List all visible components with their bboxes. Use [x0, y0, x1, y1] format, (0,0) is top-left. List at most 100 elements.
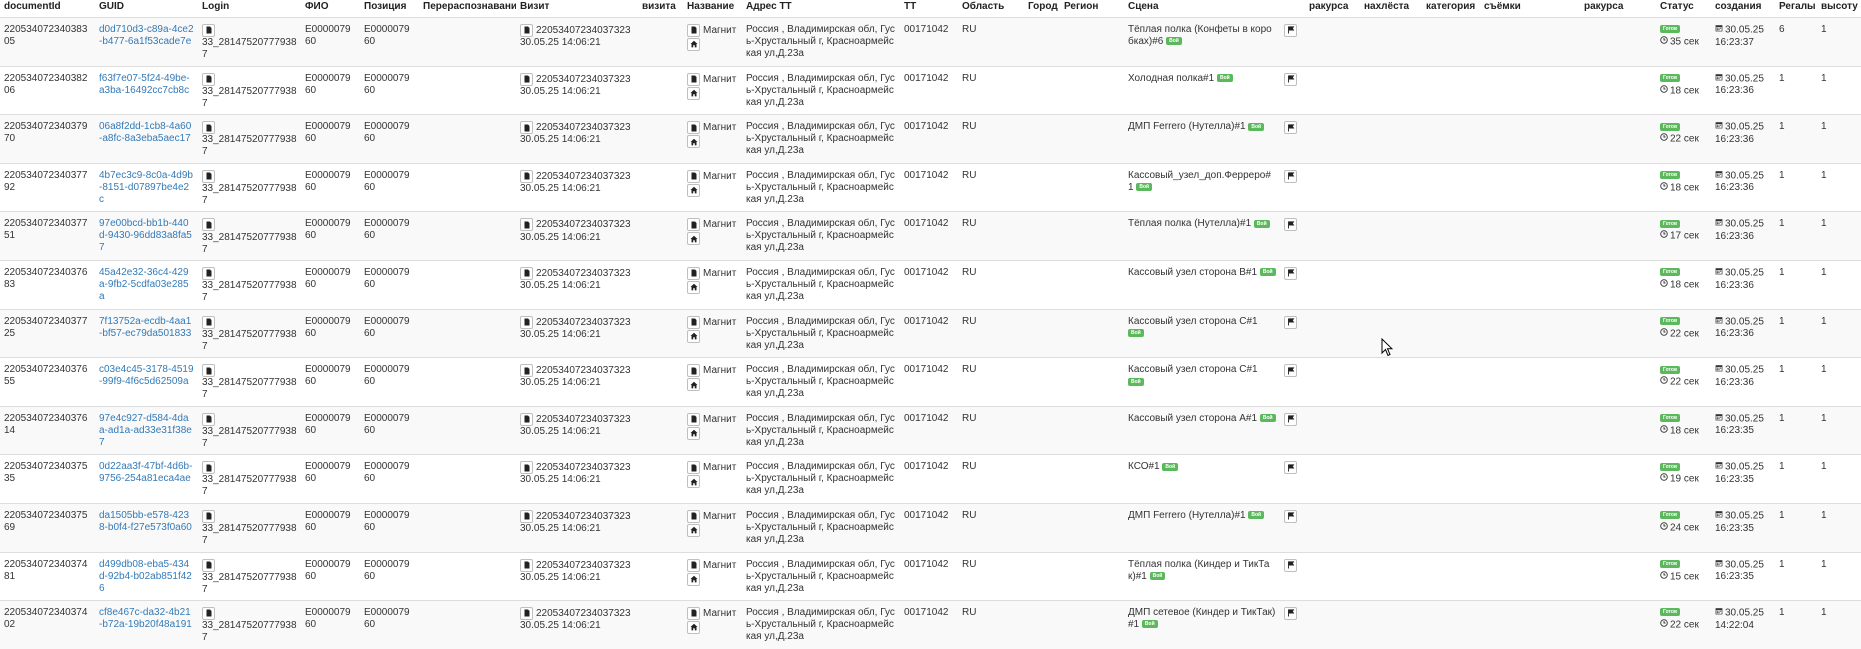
- column-header[interactable]: высоту: [1817, 0, 1861, 18]
- column-header[interactable]: Перераспознавание: [419, 0, 516, 18]
- guid-link[interactable]: 45a42e32-36c4-429a-9fb2-5cdfa03e285a: [99, 267, 189, 302]
- flag-icon[interactable]: [1284, 24, 1297, 37]
- flag-icon[interactable]: [1284, 461, 1297, 475]
- file-icon[interactable]: [202, 412, 215, 426]
- file-icon[interactable]: [520, 364, 533, 378]
- file-icon[interactable]: [687, 461, 700, 475]
- file-icon[interactable]: [520, 607, 533, 621]
- guid-link[interactable]: cf8e467c-da32-4b21-b72a-19b20f48a191: [99, 607, 192, 630]
- file-icon[interactable]: [520, 558, 533, 572]
- home-icon[interactable]: [687, 572, 700, 586]
- flag-icon[interactable]: [1284, 121, 1297, 135]
- file-icon[interactable]: [520, 461, 533, 475]
- flag-icon[interactable]: [1284, 315, 1297, 329]
- file-icon[interactable]: [687, 607, 700, 621]
- guid-link[interactable]: 06a8f2dd-1cb8-4a60-a8fc-8a3eba5aec17: [99, 121, 191, 144]
- file-icon[interactable]: [520, 24, 533, 37]
- guid-link[interactable]: 97e4c927-d584-4daa-ad1a-ad33e31f38e7: [99, 413, 192, 448]
- column-header[interactable]: Login: [198, 0, 301, 18]
- flag-icon[interactable]: [1284, 412, 1297, 426]
- flag-icon[interactable]: [1284, 509, 1297, 523]
- table-row[interactable]: 22053407234037535 0d22aa3f-47bf-4d6b-975…: [0, 454, 1861, 504]
- home-icon[interactable]: [687, 86, 700, 100]
- home-icon[interactable]: [687, 38, 700, 51]
- guid-link[interactable]: 7f13752a-ecdb-4aa1-bf57-ec79da501833: [99, 316, 191, 339]
- home-icon[interactable]: [687, 426, 700, 440]
- column-header[interactable]: нахлёста: [1360, 0, 1422, 18]
- table-row[interactable]: 22053407234037481 d499db08-eba5-434d-92b…: [0, 551, 1861, 601]
- home-icon[interactable]: [687, 280, 700, 294]
- home-icon[interactable]: [687, 135, 700, 149]
- table-row[interactable]: 22053407234038206 f63f7e07-5f24-49be-a3b…: [0, 65, 1861, 115]
- file-icon[interactable]: [202, 218, 215, 232]
- file-icon[interactable]: [520, 169, 533, 183]
- flag-icon[interactable]: [1284, 364, 1297, 378]
- file-icon[interactable]: [687, 218, 700, 232]
- flag-icon[interactable]: [1284, 169, 1297, 183]
- file-icon[interactable]: [520, 315, 533, 329]
- file-icon[interactable]: [687, 364, 700, 378]
- file-icon[interactable]: [520, 412, 533, 426]
- flag-icon[interactable]: [1284, 72, 1297, 86]
- column-header[interactable]: Адрес ТТ: [742, 0, 900, 18]
- file-icon[interactable]: [687, 121, 700, 135]
- table-row[interactable]: 22053407234037569 da1505bb-e578-4238-b0f…: [0, 502, 1861, 553]
- column-header[interactable]: съёмки: [1480, 0, 1580, 18]
- column-header[interactable]: Визит: [516, 0, 638, 18]
- table-row[interactable]: 22053407234037792 4b7ec3c9-8c0a-4d9b-815…: [0, 162, 1861, 212]
- table-row[interactable]: 22053407234037751 97e00bcd-bb1b-440d-943…: [0, 211, 1861, 261]
- column-header[interactable]: ФИО: [301, 0, 360, 18]
- column-header[interactable]: GUID: [95, 0, 198, 18]
- column-header[interactable]: Регион: [1060, 0, 1124, 18]
- column-header[interactable]: ракурса: [1580, 0, 1656, 18]
- flag-icon[interactable]: [1284, 266, 1297, 280]
- column-header[interactable]: ракурса: [1305, 0, 1360, 18]
- table-row[interactable]: 22053407234037614 97e4c927-d584-4daa-ad1…: [0, 405, 1861, 455]
- home-icon[interactable]: [687, 232, 700, 246]
- guid-link[interactable]: d0d710d3-c89a-4ce2-b477-6a1f53cade7e: [99, 24, 194, 47]
- home-icon[interactable]: [687, 183, 700, 197]
- file-icon[interactable]: [687, 509, 700, 523]
- guid-link[interactable]: 97e00bcd-bb1b-440d-9430-96dd83a8fa57: [99, 218, 192, 253]
- column-header[interactable]: Город: [1024, 0, 1060, 18]
- file-icon[interactable]: [202, 461, 215, 475]
- guid-link[interactable]: 0d22aa3f-47bf-4d6b-9756-254a81eca4ae: [99, 461, 192, 484]
- file-icon[interactable]: [202, 364, 215, 378]
- file-icon[interactable]: [202, 72, 215, 86]
- file-icon[interactable]: [687, 72, 700, 86]
- file-icon[interactable]: [520, 72, 533, 86]
- guid-link[interactable]: f63f7e07-5f24-49be-a3ba-16492cc7cb8c: [99, 73, 190, 96]
- home-icon[interactable]: [687, 621, 700, 635]
- flag-icon[interactable]: [1284, 218, 1297, 232]
- column-header[interactable]: [1280, 0, 1305, 18]
- file-icon[interactable]: [202, 607, 215, 621]
- file-icon[interactable]: [687, 266, 700, 280]
- file-icon[interactable]: [202, 169, 215, 183]
- column-header[interactable]: documentId: [0, 0, 95, 18]
- table-row[interactable]: 22053407234038305 d0d710d3-c89a-4ce2-b47…: [0, 17, 1861, 67]
- file-icon[interactable]: [520, 509, 533, 523]
- column-header[interactable]: создания: [1711, 0, 1775, 18]
- file-icon[interactable]: [520, 218, 533, 232]
- home-icon[interactable]: [687, 329, 700, 343]
- guid-link[interactable]: d499db08-eba5-434d-92b4-b02ab851f426: [99, 559, 192, 594]
- table-row[interactable]: 22053407234037402 cf8e467c-da32-4b21-b72…: [0, 600, 1861, 649]
- guid-link[interactable]: c03e4c45-3178-4519-99f9-4f6c5d62509a: [99, 364, 194, 387]
- file-icon[interactable]: [687, 558, 700, 572]
- flag-icon[interactable]: [1284, 558, 1297, 572]
- column-header[interactable]: Сцена: [1124, 0, 1280, 18]
- table-row[interactable]: 22053407234037683 45a42e32-36c4-429a-9fb…: [0, 259, 1861, 310]
- file-icon[interactable]: [202, 509, 215, 523]
- file-icon[interactable]: [202, 266, 215, 280]
- flag-icon[interactable]: [1284, 607, 1297, 621]
- home-icon[interactable]: [687, 378, 700, 392]
- home-icon[interactable]: [687, 475, 700, 489]
- column-header[interactable]: Позиция: [360, 0, 419, 18]
- file-icon[interactable]: [202, 24, 215, 37]
- column-header[interactable]: визита: [638, 0, 683, 18]
- home-icon[interactable]: [687, 523, 700, 537]
- file-icon[interactable]: [202, 121, 215, 135]
- file-icon[interactable]: [520, 121, 533, 135]
- guid-link[interactable]: 4b7ec3c9-8c0a-4d9b-8151-d07897be4e2c: [99, 170, 193, 205]
- file-icon[interactable]: [687, 412, 700, 426]
